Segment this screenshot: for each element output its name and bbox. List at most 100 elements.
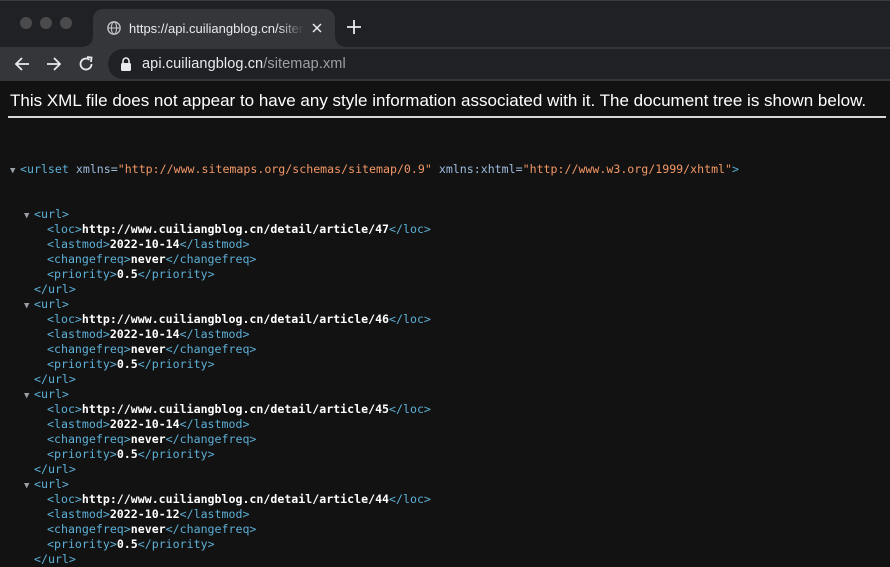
entry-changefreq-value: never <box>130 522 166 536</box>
close-icon[interactable] <box>310 20 323 36</box>
changefreq-close-tag: </changefreq> <box>165 432 257 446</box>
changefreq-close-tag: </changefreq> <box>165 252 257 266</box>
entry-loc-value: http://www.cuiliangblog.cn/detail/articl… <box>81 222 390 236</box>
entry-priority-value: 0.5 <box>116 447 138 461</box>
maximize-window-button[interactable] <box>60 17 72 29</box>
url-close-line: </url> <box>0 282 890 297</box>
url-close-tag: </url> <box>34 282 76 296</box>
window-controls <box>20 17 72 29</box>
url-host: api.cuiliangblog.cn <box>142 56 264 72</box>
forward-arrow-icon[interactable] <box>40 50 68 78</box>
tab-title: https://api.cuiliangblog.cn/sitemap.xml <box>129 20 304 36</box>
url-open-tag: <url> <box>34 297 69 311</box>
reload-icon[interactable] <box>72 50 100 78</box>
priority-open-tag: <priority> <box>47 357 117 371</box>
globe-icon <box>107 21 121 35</box>
url-close-tag: </url> <box>34 462 76 476</box>
loc-open-tag: <loc> <box>47 402 82 416</box>
url-open-line[interactable]: ▼ <url> <box>0 207 890 222</box>
entry-lastmod-value: 2022-10-14 <box>109 237 180 251</box>
minimize-window-button[interactable] <box>40 17 52 29</box>
changefreq-close-tag: </changefreq> <box>165 522 257 536</box>
entry-lastmod-value: 2022-10-14 <box>109 327 180 341</box>
priority-open-tag: <priority> <box>47 447 117 461</box>
entry-priority-line: <priority>0.5</priority> <box>0 447 890 462</box>
lastmod-close-tag: </lastmod> <box>179 237 250 251</box>
entry-lastmod-value: 2022-10-12 <box>109 507 180 521</box>
loc-open-tag: <loc> <box>47 312 82 326</box>
lastmod-close-tag: </lastmod> <box>179 417 250 431</box>
entry-loc-value: http://www.cuiliangblog.cn/detail/articl… <box>81 492 390 506</box>
entry-loc-value: http://www.cuiliangblog.cn/detail/articl… <box>81 312 390 326</box>
entry-priority-line: <priority>0.5</priority> <box>0 267 890 282</box>
lastmod-open-tag: <lastmod> <box>47 417 110 431</box>
lastmod-close-tag: </lastmod> <box>179 507 250 521</box>
entry-changefreq-line: <changefreq>never</changefreq> <box>0 522 890 537</box>
loc-close-tag: </loc> <box>389 222 431 236</box>
changefreq-close-tag: </changefreq> <box>165 342 257 356</box>
url-open-tag: <url> <box>34 207 69 221</box>
loc-close-tag: </loc> <box>389 402 431 416</box>
priority-open-tag: <priority> <box>47 267 117 281</box>
xmlns-xhtml-attr-value: "http://www.w3.org/1999/xhtml" <box>522 162 733 176</box>
priority-close-tag: </priority> <box>137 267 215 281</box>
page-content: This XML file does not appear to have an… <box>0 81 890 566</box>
entry-lastmod-line: <lastmod>2022-10-14</lastmod> <box>0 237 890 252</box>
url-path: /sitemap.xml <box>263 56 346 72</box>
url-open-tag: <url> <box>34 387 69 401</box>
loc-open-tag: <loc> <box>47 222 82 236</box>
lastmod-open-tag: <lastmod> <box>47 507 110 521</box>
entry-priority-line: <priority>0.5</priority> <box>0 357 890 372</box>
address-url[interactable]: api.cuiliangblog.cn/sitemap.xml <box>142 56 346 72</box>
close-window-button[interactable] <box>20 17 32 29</box>
url-close-tag: </url> <box>34 372 76 386</box>
urlset-tag: <urlset <box>20 162 69 176</box>
entry-loc-line: <loc>http://www.cuiliangblog.cn/detail/a… <box>0 312 890 327</box>
url-open-line[interactable]: ▼ <url> <box>0 297 890 312</box>
changefreq-open-tag: <changefreq> <box>47 342 131 356</box>
entry-changefreq-line: <changefreq>never</changefreq> <box>0 252 890 267</box>
url-close-line: </url> <box>0 372 890 387</box>
entry-priority-value: 0.5 <box>116 267 138 281</box>
url-open-line[interactable]: ▼ <url> <box>0 477 890 492</box>
url-close-line: </url> <box>0 552 890 567</box>
entry-priority-line: <priority>0.5</priority> <box>0 537 890 552</box>
url-open-tag: <url> <box>34 477 69 491</box>
priority-close-tag: </priority> <box>137 537 215 551</box>
urlset-open-line[interactable]: ▼ <urlset xmlns="http://www.sitemaps.org/… <box>0 162 890 177</box>
lastmod-open-tag: <lastmod> <box>47 327 110 341</box>
entry-loc-line: <loc>http://www.cuiliangblog.cn/detail/a… <box>0 222 890 237</box>
url-open-line[interactable]: ▼ <url> <box>0 387 890 402</box>
entry-priority-value: 0.5 <box>116 357 138 371</box>
priority-close-tag: </priority> <box>137 447 215 461</box>
entry-loc-value: http://www.cuiliangblog.cn/detail/articl… <box>81 402 390 416</box>
entry-changefreq-value: never <box>130 342 166 356</box>
entry-lastmod-line: <lastmod>2022-10-12</lastmod> <box>0 507 890 522</box>
entry-changefreq-value: never <box>130 252 166 266</box>
address-bar[interactable]: api.cuiliangblog.cn/sitemap.xml <box>108 49 890 79</box>
entry-loc-line: <loc>http://www.cuiliangblog.cn/detail/a… <box>0 492 890 507</box>
priority-close-tag: </priority> <box>137 357 215 371</box>
entry-changefreq-line: <changefreq>never</changefreq> <box>0 432 890 447</box>
xmlns-xhtml-attr-name: xmlns:xhtml <box>438 162 516 176</box>
entry-lastmod-line: <lastmod>2022-10-14</lastmod> <box>0 417 890 432</box>
browser-toolbar: api.cuiliangblog.cn/sitemap.xml <box>0 47 890 81</box>
loc-open-tag: <loc> <box>47 492 82 506</box>
plus-icon[interactable] <box>345 18 363 36</box>
loc-close-tag: </loc> <box>389 312 431 326</box>
entry-lastmod-line: <lastmod>2022-10-14</lastmod> <box>0 327 890 342</box>
browser-titlebar: https://api.cuiliangblog.cn/sitemap.xml <box>0 0 890 47</box>
entry-loc-line: <loc>http://www.cuiliangblog.cn/detail/a… <box>0 402 890 417</box>
loc-close-tag: </loc> <box>389 492 431 506</box>
changefreq-open-tag: <changefreq> <box>47 252 131 266</box>
url-close-tag: </url> <box>34 552 76 566</box>
lock-icon[interactable] <box>120 57 132 71</box>
entry-changefreq-line: <changefreq>never</changefreq> <box>0 342 890 357</box>
back-arrow-icon[interactable] <box>8 50 36 78</box>
xmlns-attr-name: xmlns <box>75 162 111 176</box>
browser-tab-active[interactable]: https://api.cuiliangblog.cn/sitemap.xml <box>83 9 345 47</box>
entry-changefreq-value: never <box>130 432 166 446</box>
lastmod-close-tag: </lastmod> <box>179 327 250 341</box>
entry-priority-value: 0.5 <box>116 537 138 551</box>
triangle-down-icon[interactable]: ▼ <box>10 164 20 179</box>
